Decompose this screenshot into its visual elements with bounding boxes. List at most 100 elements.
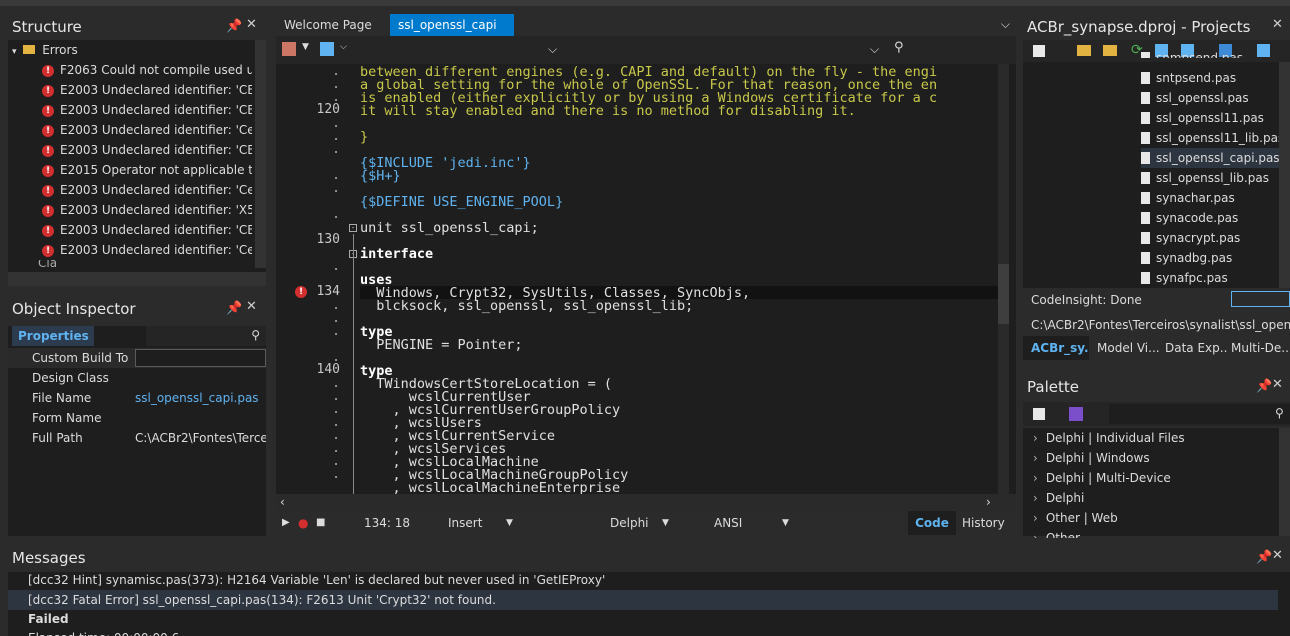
chevron-right-icon[interactable]: › — [1033, 431, 1038, 445]
property-row[interactable]: Custom Build Too — [8, 348, 266, 368]
chevron-right-icon[interactable]: › — [986, 495, 991, 509]
tab-properties[interactable]: Properties — [12, 326, 94, 346]
record-icon[interactable]: ● — [298, 511, 308, 535]
palette-category[interactable]: › Delphi | Individual Files — [1033, 428, 1185, 448]
structure-error-item[interactable]: ! E2003 Undeclared identifier: 'CertOp — [42, 120, 252, 140]
component-icon[interactable] — [282, 42, 296, 56]
dropdown-arrow-icon[interactable]: ⌵ — [340, 42, 347, 52]
message-hint[interactable]: [dcc32 Hint] synamisc.pas(373): H2164 Va… — [8, 570, 1278, 590]
project-file-item[interactable]: ssl_openssl11.pas — [1141, 108, 1264, 128]
pin-icon[interactable]: 📌 — [226, 19, 242, 34]
project-file-item[interactable]: synacode.pas — [1141, 208, 1238, 228]
pin-icon[interactable]: 📌 — [226, 301, 242, 316]
tree-node-errors[interactable]: ▾ Errors — [12, 40, 78, 60]
oi-search-input[interactable]: ⚲ — [146, 326, 266, 346]
structure-error-item[interactable]: ! E2003 Undeclared identifier: 'CERT_F — [42, 220, 252, 240]
search-icon[interactable]: ⚲ — [251, 328, 260, 342]
code-line[interactable]: } — [360, 130, 368, 144]
encoding-select[interactable]: ANSI — [714, 511, 742, 535]
structure-vscroll[interactable] — [255, 40, 266, 268]
property-row[interactable]: Design Class — [8, 368, 266, 388]
checklist-icon[interactable] — [1257, 44, 1270, 57]
search-icon[interactable]: ⚲ — [1275, 406, 1284, 420]
project-file-item[interactable]: sntpsend.pas — [1141, 68, 1236, 88]
tab-multi-device[interactable]: Multi-De... — [1231, 336, 1290, 360]
project-file-item[interactable]: synafpc.pas — [1141, 268, 1228, 288]
projects-vscroll[interactable] — [1279, 62, 1290, 288]
dropdown-arrow-icon[interactable]: ▼ — [662, 511, 669, 535]
tab-welcome-page[interactable]: Welcome Page — [276, 14, 386, 36]
palette-category[interactable]: › Other | Web — [1033, 508, 1118, 528]
palette-component-icon[interactable] — [1033, 408, 1045, 420]
code-line[interactable]: unit ssl_openssl_capi; — [360, 221, 539, 235]
tab-code[interactable]: Code — [908, 511, 956, 535]
chevron-right-icon[interactable]: › — [1033, 451, 1038, 465]
add-folder-icon[interactable] — [1077, 45, 1091, 56]
tab-history[interactable]: History — [962, 511, 1005, 535]
chevron-right-icon[interactable]: › — [1033, 471, 1038, 485]
dropdown-arrow-icon[interactable]: ▼ — [782, 511, 789, 535]
property-value[interactable]: C:\ACBr2\Fontes\Terceiro — [135, 428, 266, 448]
palette-vscroll[interactable] — [1279, 428, 1290, 536]
database-icon[interactable] — [320, 42, 334, 56]
project-file-item[interactable]: ssl_openssl11_lib.pas — [1141, 128, 1284, 148]
palette-category[interactable]: › Delphi | Multi-Device — [1033, 468, 1171, 488]
close-icon[interactable]: ✕ — [1272, 548, 1283, 563]
editor-hscroll[interactable]: ‹ › — [276, 494, 1016, 511]
code-line[interactable]: blcksock, ssl_openssl, ssl_openssl_lib; — [360, 299, 693, 313]
palette-category[interactable]: › Other — [1033, 528, 1080, 538]
chevron-right-icon[interactable]: › — [1033, 491, 1038, 505]
close-icon[interactable]: ✕ — [246, 17, 257, 32]
property-row[interactable]: Full Path C:\ACBr2\Fontes\Terceiro — [8, 428, 266, 448]
close-icon[interactable]: ✕ — [1272, 17, 1283, 32]
project-file-item[interactable]: ssl_openssl_lib.pas — [1141, 168, 1269, 188]
chevron-down-icon[interactable]: ⌵ — [1001, 17, 1010, 32]
structure-hscroll[interactable] — [8, 272, 266, 286]
close-icon[interactable]: ✕ — [246, 299, 257, 314]
fold-icon[interactable]: - — [349, 224, 357, 232]
project-file-item[interactable]: synachar.pas — [1141, 188, 1235, 208]
structure-error-item[interactable]: ! E2003 Undeclared identifier: 'CertClc — [42, 240, 252, 260]
project-file-item[interactable]: ssl_openssl.pas — [1141, 88, 1249, 108]
tab-acbr-synapse[interactable]: ACBr_sy... — [1023, 336, 1089, 360]
code-line[interactable]: , wcslLocalMachineEnterprise — [360, 481, 621, 494]
palette-category[interactable]: › Delphi | Windows — [1033, 448, 1150, 468]
structure-error-item[interactable]: ! E2003 Undeclared identifier: 'CertFin — [42, 180, 252, 200]
pin-icon[interactable]: 📌 — [1256, 379, 1272, 394]
property-row[interactable]: File Name ssl_openssl_capi.pas — [8, 388, 266, 408]
code-line[interactable]: {$H+} — [360, 169, 401, 183]
language-select[interactable]: Delphi — [610, 511, 649, 535]
project-file-item[interactable]: synacrypt.pas — [1141, 228, 1240, 248]
code-line[interactable]: PENGINE = Pointer; — [360, 338, 522, 352]
palette-search-input[interactable] — [1109, 404, 1290, 424]
chevron-right-icon[interactable]: › — [1033, 531, 1038, 538]
tab-ssl-openssl-capi[interactable]: ssl_openssl_capi ✕ — [390, 14, 514, 54]
message-failed[interactable]: Failed — [8, 609, 1278, 629]
close-icon[interactable]: ✕ — [1272, 377, 1283, 392]
structure-error-item[interactable]: ! E2015 Operator not applicable to thi — [42, 160, 252, 180]
codeinsight-input[interactable] — [1231, 291, 1290, 307]
chevron-right-icon[interactable]: › — [1033, 511, 1038, 525]
cursor-icon[interactable] — [1069, 407, 1083, 421]
dropdown-arrow-icon[interactable]: ▼ — [302, 42, 309, 52]
folder-icon[interactable] — [1103, 45, 1117, 56]
tab-data-explorer[interactable]: Data Exp... — [1165, 336, 1227, 360]
tree-node-classes[interactable]: Classes — [12, 260, 57, 270]
chevron-down-icon[interactable]: ⌵ — [870, 42, 879, 57]
message-fatal-error[interactable]: [dcc32 Fatal Error] ssl_openssl_capi.pas… — [8, 590, 1278, 610]
expand-icon[interactable]: ▾ — [12, 47, 17, 57]
message-elapsed[interactable]: Elapsed time: 00:00:00.6 — [8, 628, 1278, 636]
chevron-left-icon[interactable]: ‹ — [280, 495, 285, 509]
project-file-item[interactable]: snmpsend.pas — [1141, 48, 1243, 58]
property-value[interactable] — [135, 349, 266, 367]
property-row[interactable]: Form Name — [8, 408, 266, 428]
insert-mode[interactable]: Insert — [448, 511, 482, 535]
code-line[interactable]: {$DEFINE USE_ENGINE_POOL} — [360, 195, 563, 209]
structure-error-item[interactable]: ! E2003 Undeclared identifier: 'CERT_S — [42, 140, 252, 160]
code-line[interactable]: interface — [360, 247, 433, 261]
structure-error-item[interactable]: ! E2003 Undeclared identifier: 'X509_A — [42, 200, 252, 220]
code-editor[interactable]: ...................... 120 130 ! 134 140… — [276, 64, 1016, 494]
palette-category[interactable]: › Delphi — [1033, 488, 1084, 508]
structure-error-item[interactable]: ! E2003 Undeclared identifier: 'CERT_S — [42, 80, 252, 100]
project-file-item[interactable]: synadbg.pas — [1141, 248, 1232, 268]
